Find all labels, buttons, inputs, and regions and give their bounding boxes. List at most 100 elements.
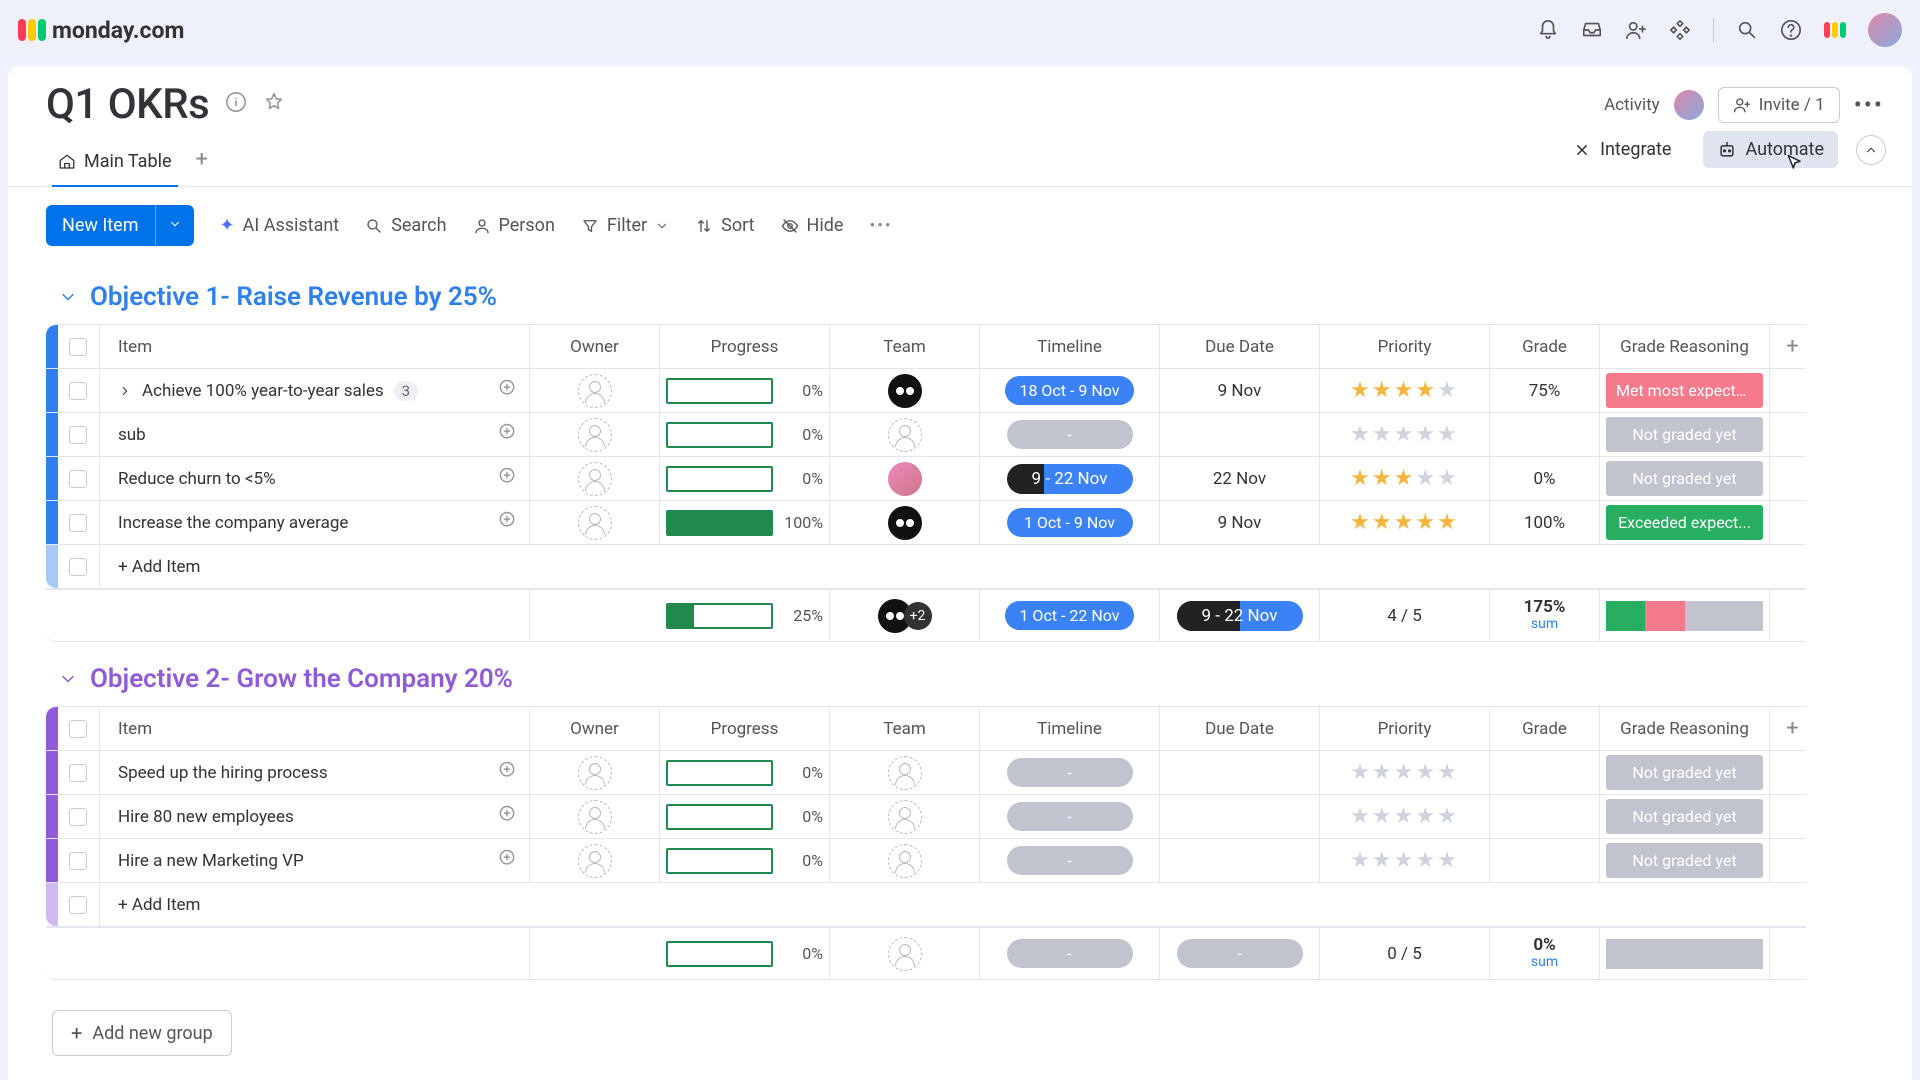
col-reason[interactable]: Grade Reasoning (1600, 707, 1770, 750)
progress-cell[interactable]: 0% (660, 751, 830, 794)
col-priority[interactable]: Priority (1320, 325, 1490, 368)
help-icon[interactable] (1780, 19, 1802, 41)
row-checkbox[interactable] (69, 426, 87, 444)
col-owner[interactable]: Owner (530, 325, 660, 368)
col-grade[interactable]: Grade (1490, 325, 1600, 368)
team-cell[interactable] (830, 501, 980, 544)
team-cell[interactable] (830, 369, 980, 412)
timeline-cell[interactable]: - (980, 751, 1160, 794)
due-cell[interactable] (1160, 413, 1320, 456)
due-cell[interactable]: 9 Nov (1160, 369, 1320, 412)
timeline-pill[interactable]: - (1007, 420, 1133, 449)
team-cell[interactable] (830, 795, 980, 838)
add-update-icon[interactable] (497, 804, 517, 829)
col-owner[interactable]: Owner (530, 707, 660, 750)
team-avatar-group[interactable] (888, 506, 922, 540)
board-title[interactable]: Q1 OKRs (46, 80, 209, 129)
collapse-header-button[interactable] (1856, 135, 1886, 165)
add-column-button[interactable]: + (1770, 707, 1806, 750)
row-checkbox[interactable] (69, 852, 87, 870)
row-checkbox[interactable] (69, 514, 87, 532)
add-update-icon[interactable] (497, 422, 517, 447)
timeline-cell[interactable]: - (980, 839, 1160, 882)
team-cell[interactable] (830, 413, 980, 456)
row-checkbox[interactable] (69, 764, 87, 782)
add-view-icon[interactable]: + (196, 147, 208, 182)
grade-cell[interactable] (1490, 413, 1600, 456)
timeline-cell[interactable]: 18 Oct - 9 Nov (980, 369, 1160, 412)
activity-label[interactable]: Activity (1604, 95, 1660, 115)
reason-cell[interactable]: Not graded yet (1600, 751, 1770, 794)
col-team[interactable]: Team (830, 325, 980, 368)
owner-cell[interactable] (530, 413, 660, 456)
ai-assistant-button[interactable]: ✦AI Assistant (220, 215, 340, 236)
owner-cell[interactable] (530, 839, 660, 882)
group-header[interactable]: Objective 1- Raise Revenue by 25% (46, 276, 1912, 324)
timeline-pill[interactable]: - (1007, 758, 1133, 787)
reason-cell[interactable]: Not graded yet (1600, 839, 1770, 882)
bell-icon[interactable] (1537, 19, 1559, 41)
col-progress[interactable]: Progress (660, 325, 830, 368)
integrate-button[interactable]: Integrate (1558, 131, 1685, 168)
invite-members-icon[interactable] (1625, 19, 1647, 41)
inbox-icon[interactable] (1581, 19, 1603, 41)
expand-subitems-icon[interactable] (118, 384, 132, 398)
add-update-icon[interactable] (497, 848, 517, 873)
col-timeline[interactable]: Timeline (980, 707, 1160, 750)
progress-cell[interactable]: 0% (660, 413, 830, 456)
reason-cell[interactable]: Met most expecta... (1600, 369, 1770, 412)
grade-cell[interactable]: 0% (1490, 457, 1600, 500)
invite-button[interactable]: Invite / 1 (1718, 87, 1840, 123)
product-switcher-icon[interactable] (1824, 19, 1846, 41)
col-priority[interactable]: Priority (1320, 707, 1490, 750)
group-header[interactable]: Objective 2- Grow the Company 20% (46, 658, 1912, 706)
owner-cell[interactable] (530, 751, 660, 794)
more-icon[interactable]: ••• (1854, 91, 1884, 119)
row-checkbox[interactable] (69, 808, 87, 826)
col-timeline[interactable]: Timeline (980, 325, 1160, 368)
add-column-button[interactable]: + (1770, 325, 1806, 368)
progress-cell[interactable]: 0% (660, 839, 830, 882)
automate-button[interactable]: Automate (1703, 131, 1838, 168)
priority-cell[interactable]: ★★★★★ (1320, 413, 1490, 456)
reason-cell[interactable]: Exceeded expect... (1600, 501, 1770, 544)
team-avatar-group[interactable] (888, 374, 922, 408)
col-due[interactable]: Due Date (1160, 325, 1320, 368)
progress-cell[interactable]: 0% (660, 457, 830, 500)
col-grade[interactable]: Grade (1490, 707, 1600, 750)
col-progress[interactable]: Progress (660, 707, 830, 750)
row-checkbox[interactable] (69, 558, 87, 576)
team-cell[interactable] (830, 457, 980, 500)
priority-cell[interactable]: ★★★★★ (1320, 795, 1490, 838)
reason-cell[interactable]: Not graded yet (1600, 413, 1770, 456)
row-checkbox[interactable] (69, 470, 87, 488)
star-icon[interactable] (263, 91, 285, 118)
due-cell[interactable] (1160, 839, 1320, 882)
grade-cell[interactable] (1490, 795, 1600, 838)
due-cell[interactable]: 22 Nov (1160, 457, 1320, 500)
sort-button[interactable]: Sort (695, 215, 754, 236)
owner-cell[interactable] (530, 501, 660, 544)
timeline-cell[interactable]: 9 - 22 Nov (980, 457, 1160, 500)
hide-button[interactable]: Hide (781, 215, 844, 236)
team-avatar-person[interactable] (888, 462, 922, 496)
item-name-cell[interactable]: Increase the company average (100, 501, 530, 544)
priority-cell[interactable]: ★★★★★ (1320, 839, 1490, 882)
col-reason[interactable]: Grade Reasoning (1600, 325, 1770, 368)
team-placeholder[interactable] (888, 418, 922, 452)
team-cell[interactable] (830, 839, 980, 882)
item-name-cell[interactable]: Achieve 100% year-to-year sales 3 (100, 369, 530, 412)
due-cell[interactable] (1160, 795, 1320, 838)
reason-cell[interactable]: Not graded yet (1600, 457, 1770, 500)
item-name-cell[interactable]: sub (100, 413, 530, 456)
select-all-checkbox[interactable] (69, 338, 87, 356)
timeline-cell[interactable]: - (980, 795, 1160, 838)
grade-cell[interactable] (1490, 839, 1600, 882)
priority-cell[interactable]: ★★★★★ (1320, 751, 1490, 794)
timeline-cell[interactable]: 1 Oct - 9 Nov (980, 501, 1160, 544)
add-update-icon[interactable] (497, 510, 517, 535)
item-name-cell[interactable]: Hire 80 new employees (100, 795, 530, 838)
owner-cell[interactable] (530, 457, 660, 500)
timeline-pill[interactable]: 1 Oct - 9 Nov (1007, 508, 1133, 537)
progress-cell[interactable]: 0% (660, 369, 830, 412)
